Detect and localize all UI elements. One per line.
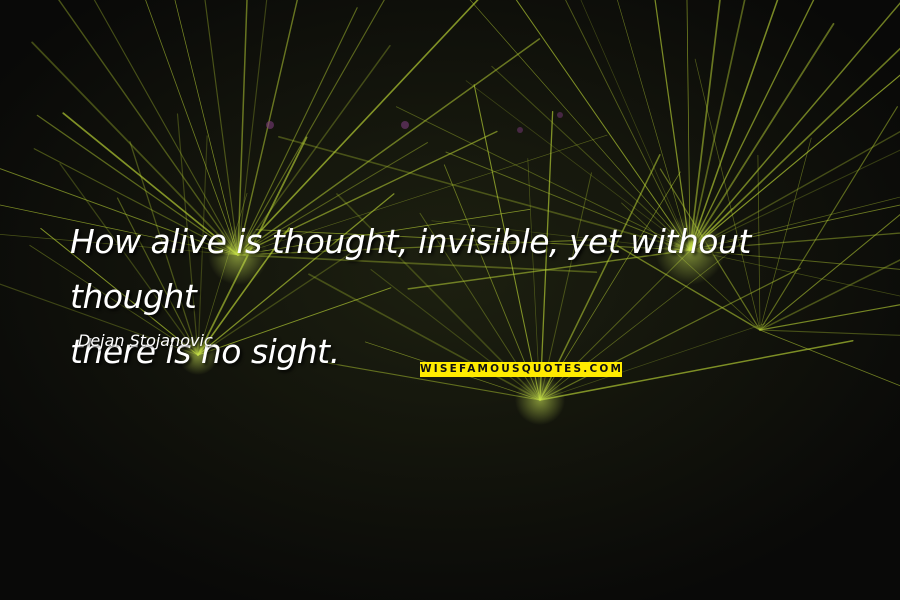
quote-line: How alive is thought, invisible, yet wit… xyxy=(70,222,751,316)
quote-text: How alive is thought, invisible, yet wit… xyxy=(70,214,870,379)
quote-author: Dejan Stojanovic xyxy=(78,331,213,350)
brand-logo[interactable]: WISEFAMOUSQUOTES.COM xyxy=(420,362,622,377)
